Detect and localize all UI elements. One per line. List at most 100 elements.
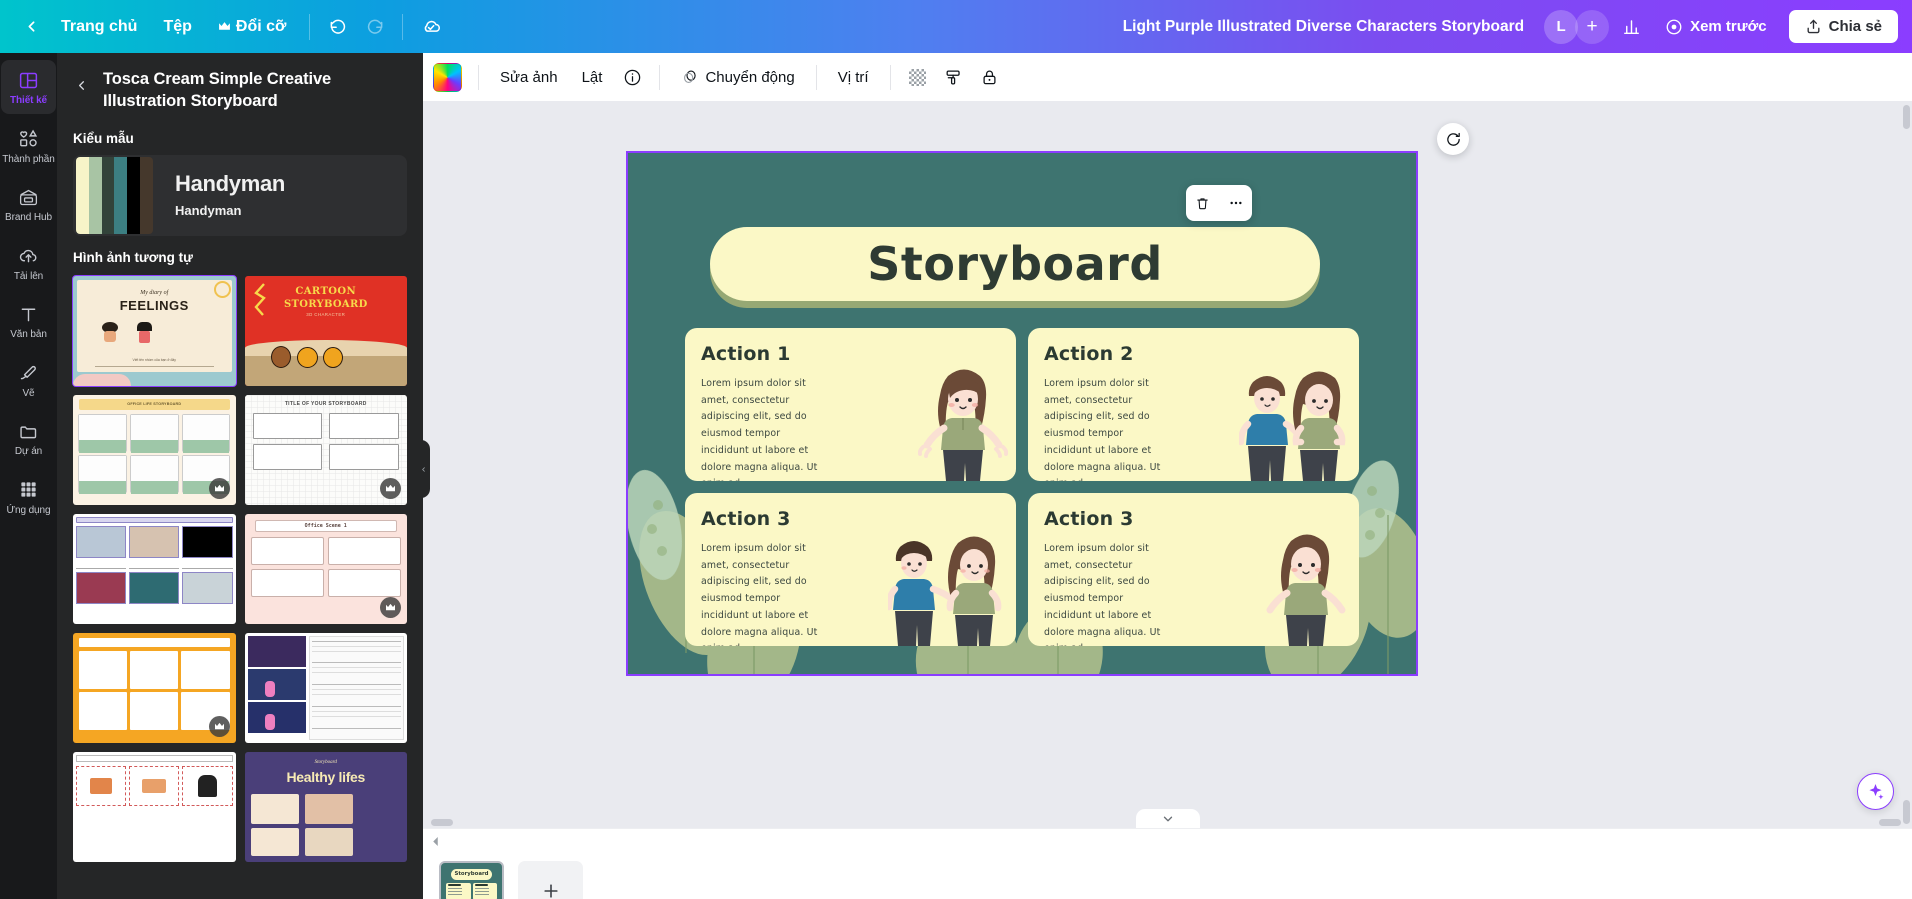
- scrollbar-thumb[interactable]: [1903, 105, 1910, 129]
- delete-element-button[interactable]: [1189, 189, 1217, 217]
- insights-button[interactable]: [1613, 9, 1649, 45]
- share-button[interactable]: Chia sẻ: [1788, 10, 1898, 43]
- sidebar-item-apps[interactable]: Ứng dụng: [1, 470, 56, 524]
- divider: [659, 64, 661, 90]
- character-illustration: [1239, 356, 1351, 481]
- sidebar-item-text[interactable]: Văn bản: [1, 294, 56, 348]
- sidebar-label: Thiết kế: [10, 95, 47, 106]
- lock-icon: [983, 70, 996, 84]
- animate-button[interactable]: Chuyển động: [670, 61, 805, 93]
- file-menu[interactable]: Tệp: [150, 11, 204, 43]
- scrollbar-thumb[interactable]: [1903, 800, 1910, 824]
- page-strip-collapse-button[interactable]: [427, 833, 443, 849]
- magic-assistant-button[interactable]: [1857, 773, 1894, 810]
- refresh-design-button[interactable]: [1437, 123, 1469, 155]
- sidebar-item-elements[interactable]: Thành phần: [1, 119, 56, 173]
- file-label: Tệp: [163, 17, 192, 35]
- action-card[interactable]: Action 2 Lorem ipsum dolor sit amet, con…: [1028, 328, 1359, 481]
- preview-button[interactable]: Xem trước: [1653, 11, 1779, 43]
- sidebar-item-projects[interactable]: Dự án: [1, 411, 56, 465]
- cloud-save-status-button[interactable]: [413, 9, 449, 45]
- style-card-text: Handyman Handyman: [153, 171, 286, 218]
- style-card[interactable]: Handyman Handyman: [73, 154, 407, 236]
- left-rail: Thiết kế Thành phần Brand Hub Tải lên Vă: [0, 53, 57, 899]
- character-woman-shrug-icon: [1266, 534, 1346, 646]
- add-page-button[interactable]: [518, 860, 583, 899]
- magic-sparkle-icon: [1869, 783, 1884, 800]
- swatch: [76, 156, 89, 234]
- plus-icon: [543, 883, 558, 898]
- refresh-icon: [1446, 132, 1460, 146]
- object-toolbar: Sửa ảnh Lật Chuyển động Vị trí: [423, 53, 1912, 101]
- pro-badge: [208, 477, 230, 499]
- panel-collapse-handle[interactable]: [416, 440, 430, 498]
- sidebar-item-uploads[interactable]: Tải lên: [1, 236, 56, 290]
- design-page[interactable]: Storyboard Action 1 Lorem ipsum dolor si…: [626, 151, 1418, 676]
- resize-label: Đổi cỡ: [235, 17, 287, 35]
- template-thumbnail[interactable]: [73, 632, 236, 743]
- preview-label: Xem trước: [1690, 18, 1767, 35]
- action-card[interactable]: Action 1 Lorem ipsum dolor sit amet, con…: [685, 328, 1016, 481]
- avatar[interactable]: L: [1544, 9, 1579, 44]
- template-thumbnail[interactable]: My diary of FEELINGS Viết tên nhóm của b…: [72, 274, 237, 387]
- back-button[interactable]: [14, 10, 48, 44]
- template-thumbnail[interactable]: TITLE OF YOUR STORYBOARD: [244, 394, 407, 505]
- page-thumbnail-card: [472, 882, 497, 899]
- paint-roller-button[interactable]: [937, 60, 971, 94]
- canvas-area[interactable]: Storyboard Action 1 Lorem ipsum dolor si…: [423, 101, 1912, 828]
- scroll-down-button[interactable]: [1135, 809, 1200, 828]
- sidebar-item-draw[interactable]: Vẽ: [1, 353, 56, 407]
- document-title[interactable]: Light Purple Illustrated Diverse Charact…: [1123, 18, 1524, 36]
- scrollbar-thumb[interactable]: [1879, 819, 1901, 826]
- position-button[interactable]: Vị trí: [827, 62, 880, 93]
- color-swatch-strip: [76, 156, 153, 234]
- resize-menu[interactable]: Đổi cỡ: [205, 11, 300, 43]
- template-thumbnail[interactable]: [73, 751, 236, 862]
- similar-templates-grid: My diary of FEELINGS Viết tên nhóm của b…: [57, 274, 423, 882]
- crown-icon: [214, 484, 224, 491]
- action-card[interactable]: Action 3 Lorem ipsum dolor sit amet, con…: [1028, 493, 1359, 646]
- sidebar-label: Tải lên: [13, 270, 44, 282]
- style-section-label: Kiểu mẫu: [73, 130, 134, 146]
- template-thumbnail[interactable]: [73, 513, 236, 624]
- info-button[interactable]: [615, 60, 649, 94]
- style-font-primary: Handyman: [175, 171, 286, 197]
- lock-button[interactable]: [973, 60, 1007, 94]
- add-collaborator-button[interactable]: +: [1575, 9, 1610, 44]
- storyboard-title-element[interactable]: Storyboard: [710, 227, 1320, 301]
- flip-label: Lật: [581, 68, 603, 86]
- action-card[interactable]: Action 3 Lorem ipsum dolor sit amet, con…: [685, 493, 1016, 646]
- image-color-swatch[interactable]: [433, 62, 462, 92]
- page-thumbnail-cards: [446, 882, 497, 899]
- home-menu[interactable]: Trang chủ: [48, 11, 150, 43]
- transparency-button[interactable]: [901, 60, 935, 94]
- canvas-vertical-scrollbar[interactable]: [1903, 105, 1910, 824]
- page-thumbnail[interactable]: Storyboard 1 - Story...: [439, 860, 504, 899]
- chevron-left-icon: [78, 80, 84, 90]
- transparency-checker-icon: [909, 68, 927, 86]
- pro-badge: [208, 715, 230, 737]
- more-options-button[interactable]: [1222, 189, 1250, 217]
- template-thumbnail[interactable]: [244, 632, 407, 743]
- action-cards-grid: Action 1 Lorem ipsum dolor sit amet, con…: [685, 328, 1359, 658]
- crown-icon: [386, 603, 395, 610]
- divider: [478, 64, 479, 90]
- panel-back-button[interactable]: [67, 71, 95, 99]
- swatch: [127, 156, 141, 234]
- sidebar-item-design[interactable]: Thiết kế: [1, 60, 56, 114]
- edit-image-button[interactable]: Sửa ảnh: [489, 62, 569, 93]
- template-thumbnail[interactable]: Storyboard Healthy lifes: [244, 751, 407, 862]
- undo-button[interactable]: [320, 9, 356, 45]
- template-thumbnail[interactable]: CARTOON STORYBOARD 3D CHARACTER: [244, 275, 407, 386]
- template-thumbnail[interactable]: OFFICE LIFE STORYBOARD: [73, 394, 236, 505]
- ellipsis-icon: [1229, 201, 1242, 205]
- sidebar-item-brand-hub[interactable]: Brand Hub: [1, 177, 56, 231]
- scrollbar-thumb[interactable]: [431, 819, 453, 826]
- template-thumbnail[interactable]: Office Scene 1: [244, 513, 407, 624]
- redo-button[interactable]: [356, 9, 392, 45]
- flip-button[interactable]: Lật: [571, 62, 614, 93]
- sidebar-label: Văn bản: [10, 329, 47, 340]
- sidebar-label: Brand Hub: [5, 212, 52, 223]
- top-bar-right-group: Light Purple Illustrated Diverse Charact…: [1123, 9, 1912, 45]
- folder-icon: [18, 420, 40, 442]
